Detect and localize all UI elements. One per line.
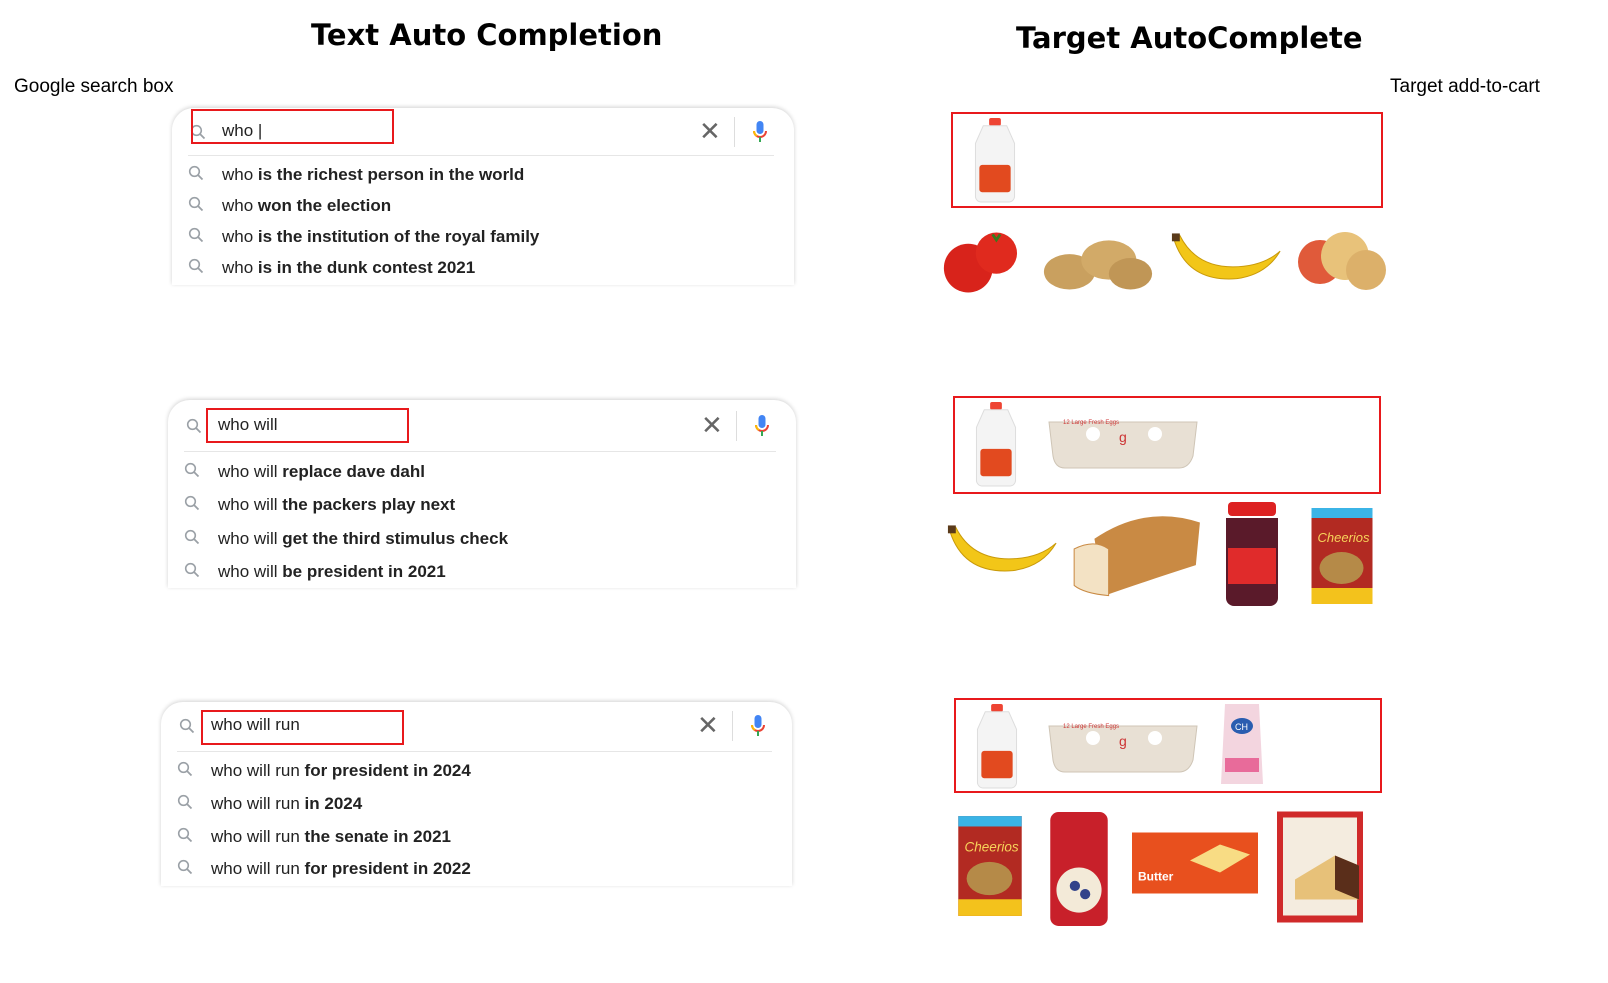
google-search-box-label: Google search box (14, 76, 174, 97)
suggestion-item[interactable]: who will run for president in 2024 (177, 759, 471, 783)
suggested-oats-icon[interactable] (1048, 810, 1110, 928)
suggestion-item[interactable]: who will be president in 2021 (184, 560, 446, 584)
svg-text:12 Large Fresh Eggs: 12 Large Fresh Eggs (1063, 724, 1119, 730)
close-icon[interactable]: ✕ (699, 118, 721, 144)
svg-text:g: g (1119, 429, 1127, 445)
suggestion-text: who is in the dunk contest 2021 (222, 258, 476, 277)
suggestion-text: who won the election (222, 196, 392, 215)
divider (177, 751, 772, 752)
search-icon (184, 495, 200, 516)
suggestion-text: who will run in 2024 (211, 794, 363, 813)
search-icon (177, 761, 193, 782)
close-icon[interactable]: ✕ (697, 712, 719, 738)
suggestion-text: who will run for president in 2022 (211, 859, 471, 878)
suggestion-text: who is the richest person in the world (222, 165, 525, 184)
svg-text:CH: CH (1235, 722, 1248, 732)
suggested-cheerios-icon[interactable]: Cheerios (1308, 506, 1376, 606)
search-icon (188, 165, 204, 186)
suggested-butter-icon[interactable]: Butter (1130, 830, 1260, 896)
right-title: Target AutoComplete (1016, 21, 1363, 55)
divider (184, 451, 776, 452)
microphone-icon[interactable] (754, 414, 770, 443)
suggested-banana-icon[interactable] (944, 520, 1062, 582)
cart-eggs-icon: 12 Large Fresh Eggs g (1043, 412, 1203, 472)
search-icon (186, 418, 202, 439)
search-icon (188, 227, 204, 248)
suggestion-item[interactable]: who will run for president in 2022 (177, 857, 471, 881)
suggested-onions-icon[interactable] (1290, 220, 1390, 300)
suggested-strawberry-jam-icon[interactable] (1222, 500, 1282, 610)
cart-sugar-icon: CH (1214, 700, 1270, 790)
suggestion-text: who will run for president in 2024 (211, 761, 471, 780)
suggestion-item[interactable]: who will get the third stimulus check (184, 527, 508, 551)
search-icon (179, 718, 195, 739)
divider (734, 117, 735, 147)
svg-text:Butter: Butter (1138, 870, 1174, 884)
search-icon (184, 462, 200, 483)
typed-query-highlight (191, 109, 394, 144)
cart-milk-icon (967, 702, 1027, 790)
suggestion-item[interactable]: who will the packers play next (184, 493, 455, 517)
cart-eggs-icon: 12 Large Fresh Eggs g (1043, 716, 1203, 776)
suggestion-item[interactable]: who will run the senate in 2021 (177, 825, 451, 849)
microphone-icon[interactable] (752, 120, 768, 149)
divider (188, 155, 774, 156)
search-icon (177, 794, 193, 815)
suggestion-text: who will be president in 2021 (218, 562, 446, 581)
suggestion-text: who will replace dave dahl (218, 462, 425, 481)
divider (736, 411, 737, 441)
suggested-bread-icon[interactable] (1064, 508, 1206, 600)
suggestion-item[interactable]: who will replace dave dahl (184, 460, 425, 484)
suggestion-text: who will get the third stimulus check (218, 529, 509, 548)
suggestion-text: who will the packers play next (218, 495, 456, 514)
suggested-cheerios-icon[interactable]: Cheerios (956, 814, 1024, 918)
close-icon[interactable]: ✕ (701, 412, 723, 438)
microphone-icon[interactable] (750, 714, 766, 743)
suggested-banana-icon[interactable] (1168, 228, 1286, 290)
divider (732, 711, 733, 741)
suggested-cake-mix-icon[interactable] (1275, 808, 1365, 926)
suggestion-item[interactable]: who is the richest person in the world (188, 163, 524, 187)
search-icon (177, 859, 193, 880)
suggestion-item[interactable]: who is in the dunk contest 2021 (188, 256, 475, 280)
search-icon (184, 562, 200, 583)
target-add-to-cart-label: Target add-to-cart (1390, 76, 1540, 97)
suggested-tomatoes-icon[interactable] (932, 225, 1027, 300)
suggested-potatoes-icon[interactable] (1040, 222, 1158, 297)
left-title: Text Auto Completion (311, 18, 663, 52)
cart-milk-icon (966, 400, 1026, 488)
search-icon (177, 827, 193, 848)
suggestion-item[interactable]: who will run in 2024 (177, 792, 362, 816)
typed-query-highlight (201, 710, 404, 745)
search-icon (184, 529, 200, 550)
suggestion-text: who is the institution of the royal fami… (222, 227, 540, 246)
suggestion-item[interactable]: who won the election (188, 194, 391, 218)
suggestion-item[interactable]: who is the institution of the royal fami… (188, 225, 539, 249)
typed-query-highlight (206, 408, 409, 443)
cart-milk-icon (960, 116, 1030, 204)
suggestion-text: who will run the senate in 2021 (211, 827, 451, 846)
svg-text:Cheerios: Cheerios (1318, 530, 1371, 545)
svg-text:12 Large Fresh Eggs: 12 Large Fresh Eggs (1063, 420, 1119, 426)
svg-text:Cheerios: Cheerios (965, 839, 1019, 854)
search-icon (188, 196, 204, 217)
search-icon (188, 258, 204, 279)
svg-text:g: g (1119, 733, 1127, 749)
